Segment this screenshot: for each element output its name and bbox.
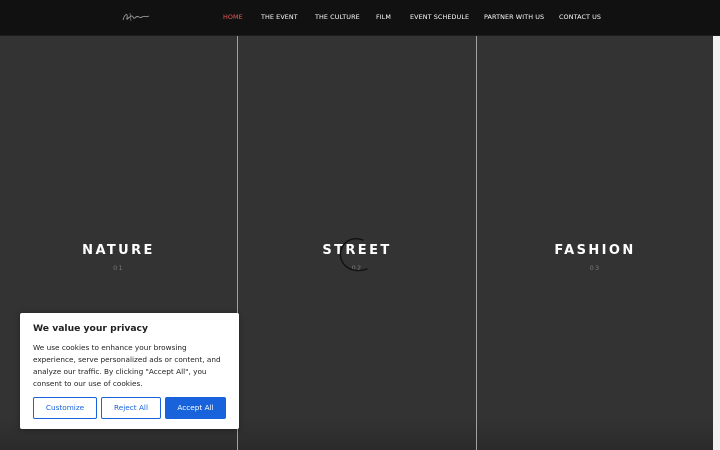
cookie-consent-banner: We value your privacy We use cookies to … <box>20 313 239 429</box>
page: HOME THE EVENT THE CULTURE FILM EVENT SC… <box>0 0 720 450</box>
accept-all-button[interactable]: Accept All <box>165 397 226 419</box>
main-nav: HOME THE EVENT THE CULTURE FILM EVENT SC… <box>0 0 720 35</box>
reject-all-button[interactable]: Reject All <box>101 397 161 419</box>
customize-button[interactable]: Customize <box>33 397 97 419</box>
panel-number: 03 <box>589 264 601 272</box>
cookie-description: We use cookies to enhance your browsing … <box>33 343 221 388</box>
nav-partner-with-us[interactable]: PARTNER WITH US <box>484 12 544 22</box>
nav-home[interactable]: HOME <box>223 12 243 22</box>
cookie-title: We value your privacy <box>33 323 148 334</box>
loading-spinner-icon <box>339 238 368 272</box>
scrollbar-track[interactable] <box>713 35 720 450</box>
nav-event-schedule[interactable]: EVENT SCHEDULE <box>410 12 469 22</box>
nav-the-culture[interactable]: THE CULTURE <box>315 12 360 22</box>
nav-the-event[interactable]: THE EVENT <box>261 12 298 22</box>
nav-contact-us[interactable]: CONTACT US <box>559 12 601 22</box>
panel-title: FASHION <box>554 243 636 258</box>
panel-fashion[interactable]: FASHION 03 <box>477 35 713 450</box>
panel-divider <box>476 35 477 450</box>
site-header: HOME THE EVENT THE CULTURE FILM EVENT SC… <box>0 0 720 36</box>
panel-number: 01 <box>113 264 124 272</box>
panel-title: NATURE <box>82 243 155 258</box>
nav-film[interactable]: FILM <box>376 12 391 22</box>
